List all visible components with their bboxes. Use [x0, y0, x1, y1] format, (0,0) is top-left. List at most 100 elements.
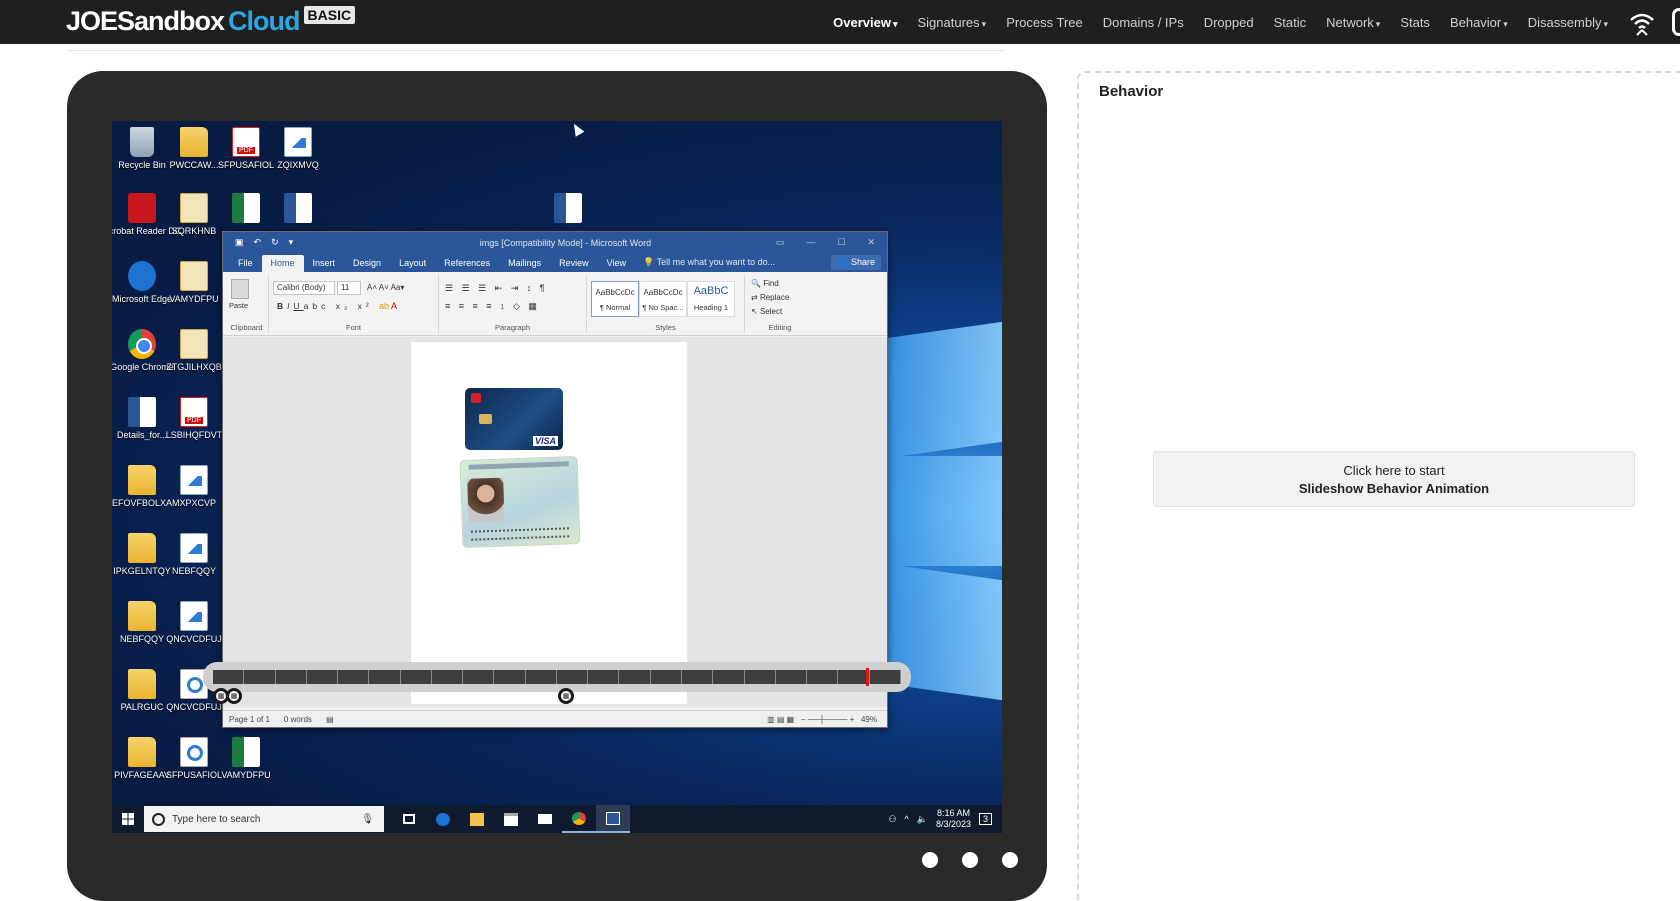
- select-button[interactable]: ↖ Select: [751, 307, 782, 316]
- close-icon[interactable]: ✕: [867, 237, 875, 248]
- tab-mailings[interactable]: Mailings: [499, 255, 550, 272]
- tab-view[interactable]: View: [598, 255, 635, 272]
- taskbar-chrome[interactable]: [562, 805, 596, 833]
- timeline-segment[interactable]: [870, 670, 901, 684]
- share-button[interactable]: 👤 Share: [831, 255, 881, 270]
- taskbar-word[interactable]: [596, 805, 630, 833]
- volume-icon[interactable]: 🔈: [917, 814, 928, 825]
- nav-dropped[interactable]: Dropped: [1204, 15, 1254, 30]
- timeline-segment[interactable]: [463, 670, 495, 684]
- desktop-icon[interactable]: MXPXCVP: [166, 465, 222, 508]
- nav-static[interactable]: Static: [1274, 15, 1307, 30]
- pagination-dot[interactable]: [1002, 852, 1018, 868]
- undo-icon[interactable]: ↶: [254, 237, 262, 248]
- font-color-buttons[interactable]: ab A: [379, 301, 397, 311]
- start-button[interactable]: [112, 805, 144, 833]
- desktop-icon[interactable]: VAMYDFPU: [166, 261, 222, 304]
- paste-button[interactable]: Paste: [229, 301, 248, 310]
- timeline-event-icon[interactable]: ▦: [226, 688, 242, 704]
- nav-overview[interactable]: Overview ▾: [833, 15, 897, 30]
- desktop-icon[interactable]: [270, 193, 326, 226]
- microphone-icon[interactable]: 🎙: [361, 814, 374, 825]
- timeline-segment[interactable]: [338, 670, 370, 684]
- timeline-segment[interactable]: [713, 670, 745, 684]
- nav-network[interactable]: Network ▾: [1326, 15, 1380, 30]
- save-icon[interactable]: ▣: [235, 237, 244, 248]
- timeline-segment[interactable]: [619, 670, 651, 684]
- nav-stats[interactable]: Stats: [1400, 15, 1430, 30]
- desktop-icon[interactable]: [540, 193, 596, 226]
- timeline-segment[interactable]: [494, 670, 526, 684]
- desktop-icon[interactable]: NEBFQQY: [114, 601, 170, 644]
- desktop-icon[interactable]: QNCVCDFUJ: [166, 601, 222, 644]
- timeline-event-icon[interactable]: ▦: [558, 688, 574, 704]
- desktop-icon[interactable]: PIVFAGEAAV: [114, 737, 170, 780]
- timeline-segment[interactable]: [745, 670, 776, 684]
- desktop-icon[interactable]: PWCCAW...: [166, 127, 222, 170]
- find-button[interactable]: 🔍 Find: [751, 279, 779, 288]
- desktop-icon[interactable]: VAMYDFPU: [218, 737, 274, 780]
- maximize-icon[interactable]: ☐: [837, 237, 845, 248]
- document-page[interactable]: VISA: [411, 342, 687, 704]
- style-heading-1[interactable]: AaBbC Heading 1: [687, 281, 735, 317]
- timeline-segment[interactable]: [213, 670, 245, 684]
- timeline-segment[interactable]: [307, 670, 339, 684]
- align-buttons[interactable]: ≡ ≡ ≡ ≡ ↕ ◇ ▦: [445, 301, 540, 312]
- desktop-icon[interactable]: SQRKHNB: [166, 193, 222, 236]
- desktop-icon[interactable]: IPKGELNTQY: [113, 533, 171, 576]
- font-name-select[interactable]: Calibri (Body): [273, 281, 335, 295]
- chevron-up-icon[interactable]: ^: [904, 814, 908, 824]
- timeline-segment[interactable]: [588, 670, 620, 684]
- desktop-icon[interactable]: Google Chrome: [112, 329, 174, 372]
- paste-icon[interactable]: [231, 279, 249, 299]
- desktop-icon[interactable]: Recycle Bin: [114, 127, 170, 170]
- timeline-segment[interactable]: [276, 670, 307, 684]
- taskbar-search-box[interactable]: Type here to search 🎙: [144, 806, 384, 832]
- taskbar-explorer[interactable]: [460, 805, 494, 833]
- font-size-select[interactable]: 11: [337, 281, 361, 295]
- timeline-track[interactable]: [213, 670, 901, 684]
- tell-me-box[interactable]: 💡 Tell me what you want to do...: [643, 257, 775, 272]
- desktop-icon[interactable]: LSBIHQFDVT: [166, 397, 222, 440]
- minimize-icon[interactable]: —: [806, 237, 815, 248]
- brand-logo[interactable]: JOESandbox Cloud BASIC: [66, 4, 356, 38]
- tab-design[interactable]: Design: [344, 255, 390, 272]
- nav-process-tree[interactable]: Process Tree: [1006, 15, 1083, 30]
- list-buttons[interactable]: ☰ ☰ ☰ ⇤ ⇥ ↕ ¶: [445, 283, 548, 294]
- desktop-icon[interactable]: NEBFQQY: [166, 533, 222, 576]
- grow-shrink-font-buttons[interactable]: A˄ A˅ Aa▾: [367, 283, 404, 292]
- desktop-icon[interactable]: SFPUSAFIOL: [166, 737, 222, 780]
- timeline-segment[interactable]: [838, 670, 870, 684]
- pagination-dot[interactable]: [922, 852, 938, 868]
- desktop-icon[interactable]: [218, 193, 274, 226]
- tab-file[interactable]: File: [229, 255, 262, 272]
- timeline-current-marker[interactable]: [866, 668, 869, 686]
- pagination-dot[interactable]: [962, 852, 978, 868]
- tab-home[interactable]: Home: [261, 255, 304, 272]
- desktop-icon[interactable]: ZQIXMVQ: [270, 127, 326, 170]
- redo-icon[interactable]: ↻: [271, 237, 279, 248]
- desktop-icon[interactable]: SFPUSAFIOL: [218, 127, 274, 170]
- timeline-segment[interactable]: [526, 670, 557, 684]
- nav-domains-ips[interactable]: Domains / IPs: [1103, 15, 1184, 30]
- style-normal[interactable]: AaBbCcDc ¶ Normal: [591, 281, 639, 317]
- timeline-segment[interactable]: [651, 670, 682, 684]
- nav-signatures[interactable]: Signatures ▾: [918, 15, 987, 30]
- timeline-segment[interactable]: [369, 670, 401, 684]
- wifi-icon[interactable]: [1628, 8, 1656, 36]
- notifications-icon[interactable]: 3: [978, 813, 992, 825]
- nav-extra-icon[interactable]: [1672, 8, 1680, 36]
- taskbar-mail[interactable]: [528, 805, 562, 833]
- zoom-control[interactable]: ▥ ▤ ▦ − ──┼──── + 49%: [767, 715, 877, 724]
- desktop-icon[interactable]: Microsoft Edge: [112, 261, 172, 304]
- timeline-segment[interactable]: [244, 670, 276, 684]
- desktop-icon[interactable]: ZTGJILHXQB: [166, 329, 222, 372]
- proofing-icon[interactable]: ▤: [326, 715, 334, 724]
- document-area[interactable]: VISA: [223, 337, 887, 707]
- behavior-timeline-slider[interactable]: ▦ ▦ ▦: [203, 662, 911, 704]
- taskbar-edge[interactable]: [426, 805, 460, 833]
- desktop-icon[interactable]: EFOVFBOLXA: [112, 465, 172, 508]
- tab-layout[interactable]: Layout: [390, 255, 435, 272]
- customize-toolbar-icon[interactable]: ▾: [289, 237, 294, 248]
- replace-button[interactable]: ⇄ Replace: [751, 293, 789, 302]
